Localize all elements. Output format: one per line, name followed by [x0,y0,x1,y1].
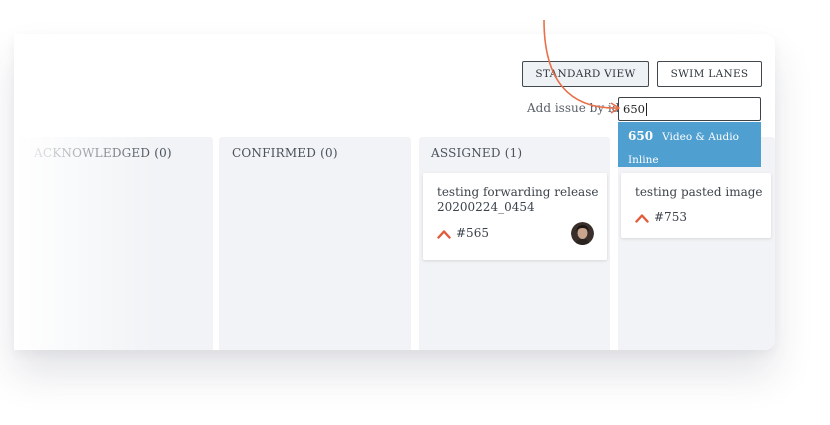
issue-id[interactable]: #565 [456,226,489,240]
swim-lanes-button[interactable]: SWIM LANES [657,61,762,87]
card-title-line: 20200224_0454 [437,200,535,214]
column-acknowledged: ACKNOWLEDGED (0) [14,137,213,350]
suggestion-title-cont: play [628,175,651,187]
avatar[interactable] [571,222,594,245]
column-title: ASSIGNED (1) [431,146,523,160]
issue-suggestion-item[interactable]: 650 Video & Audio Inline play [618,122,761,187]
text-caret [645,102,647,116]
issue-id[interactable]: #753 [654,210,687,224]
issue-card[interactable]: testing forwarding release 20200224_0454… [423,173,607,260]
add-issue-input-value: 650 [623,102,645,116]
column-title: CONFIRMED (0) [232,146,338,160]
card-title: testing forwarding release 20200224_0454 [437,185,598,215]
card-title-line: testing forwarding release [437,185,599,199]
column-confirmed: CONFIRMED (0) [219,137,411,350]
priority-high-icon [635,214,649,223]
suggestion-id: 650 [628,129,654,143]
standard-view-button[interactable]: STANDARD VIEW [522,61,649,87]
column-assigned: ASSIGNED (1) testing forwarding release … [419,137,610,350]
add-issue-label: Add issue by id : [527,101,628,115]
priority-high-icon [437,230,451,239]
board-panel: STANDARD VIEW SWIM LANES Add issue by id… [14,34,775,350]
column-title: ACKNOWLEDGED (0) [34,146,172,160]
add-issue-input[interactable]: 650 [618,97,761,121]
